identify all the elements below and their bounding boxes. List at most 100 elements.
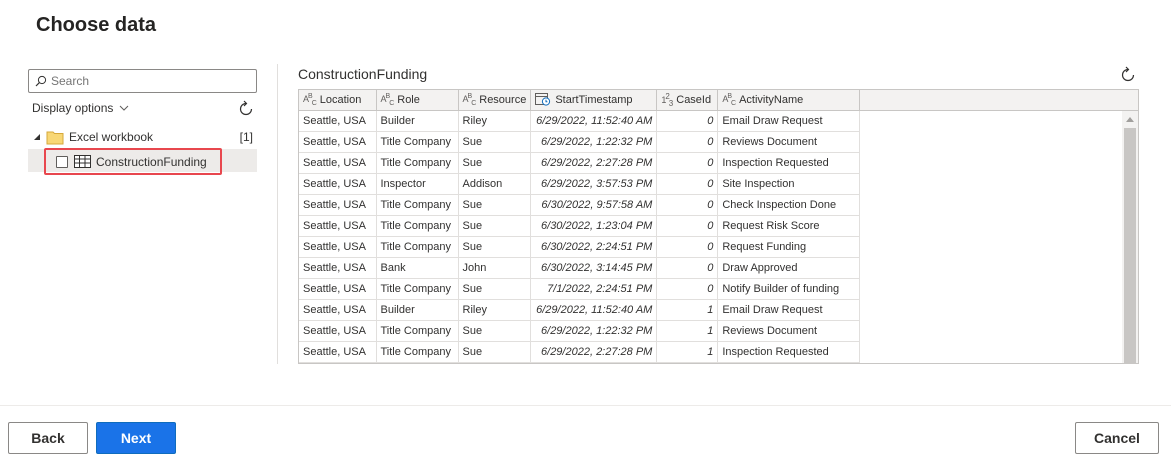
tree-workbook-count: [1] — [239, 130, 253, 144]
refresh-icon[interactable] — [236, 99, 256, 119]
table-cell: Addison — [458, 173, 532, 195]
tree-item-constructionfunding[interactable]: ConstructionFunding — [44, 148, 222, 175]
table-cell: Request Risk Score — [717, 215, 861, 237]
table-cell: Notify Builder of funding — [717, 278, 861, 300]
table-cell: Sue — [458, 131, 532, 153]
table-cell: Seattle, USA — [299, 320, 377, 342]
next-button[interactable]: Next — [96, 422, 176, 454]
caret-down-icon[interactable] — [32, 132, 42, 142]
header-filler — [859, 90, 1138, 111]
table-cell: Title Company — [376, 131, 459, 153]
table-cell: Sue — [458, 215, 532, 237]
table-cell: Inspector — [376, 173, 459, 195]
back-button[interactable]: Back — [8, 422, 88, 454]
table-row: Seattle, USA Title Company Sue 7/1/2022, 2:… — [299, 278, 861, 300]
column-header-label: Resource — [479, 93, 527, 106]
pane-divider — [277, 64, 278, 364]
table-row: Seattle, USA Title Company Sue 6/29/2022, 1… — [299, 131, 861, 153]
table-row: Seattle, USA Title Company Sue 6/30/2022, 9… — [299, 194, 861, 216]
folder-icon — [46, 131, 64, 144]
table-cell: Seattle, USA — [299, 173, 377, 195]
table-cell: Bank — [376, 257, 459, 279]
column-header-location[interactable]: ABC Location — [299, 90, 377, 111]
text-type-icon: ABC — [462, 92, 477, 107]
table-cell: 6/29/2022, 11:52:40 AM — [530, 299, 658, 321]
table-cell: Sue — [458, 152, 532, 174]
table-cell: Sue — [458, 341, 532, 363]
cancel-button[interactable]: Cancel — [1075, 422, 1159, 454]
table-cell: Title Company — [376, 236, 459, 258]
table-cell: Sue — [458, 320, 532, 342]
table-row: Seattle, USA Title Company Sue 6/29/2022, 2… — [299, 152, 861, 174]
table-cell: Builder — [376, 299, 459, 321]
search-input[interactable] — [51, 74, 251, 88]
table-cell: 1 — [656, 299, 719, 321]
table-row: Seattle, USA Title Company Sue 6/29/2022, 1… — [299, 320, 861, 342]
column-header-starttimestamp[interactable]: StartTimestamp — [530, 90, 658, 111]
table-row: Seattle, USA Builder Riley 6/29/2022, 11:52… — [299, 299, 861, 321]
tree-item-excel-workbook[interactable]: Excel workbook [1] — [32, 127, 257, 147]
table-cell: 6/29/2022, 2:27:28 PM — [530, 341, 658, 363]
preview-table: ABC Location ABC Role ABC Resource StartTimest… — [299, 90, 861, 363]
table-cell: Riley — [458, 110, 532, 132]
table-cell: 6/29/2022, 3:57:53 PM — [530, 173, 658, 195]
table-cell: Riley — [458, 299, 532, 321]
table-cell: Title Company — [376, 278, 459, 300]
search-box[interactable] — [28, 69, 257, 93]
table-cell: Site Inspection — [717, 173, 861, 195]
text-type-icon: ABC — [722, 92, 736, 107]
column-header-role[interactable]: ABC Role — [376, 90, 459, 111]
table-cell: 6/29/2022, 11:52:40 AM — [530, 110, 658, 132]
table-cell: 0 — [656, 257, 719, 279]
table-cell: Title Company — [376, 194, 459, 216]
table-cell: 6/29/2022, 2:27:28 PM — [530, 152, 658, 174]
display-options-dropdown[interactable]: Display options — [32, 101, 129, 115]
table-cell: 0 — [656, 194, 719, 216]
column-header-label: StartTimestamp — [555, 93, 633, 106]
search-icon — [35, 75, 47, 87]
table-cell: Sue — [458, 194, 532, 216]
tree-item-label: ConstructionFunding — [96, 154, 207, 169]
table-cell: Seattle, USA — [299, 215, 377, 237]
table-cell: 0 — [656, 152, 719, 174]
table-row: Seattle, USA Title Company Sue 6/29/2022, 2… — [299, 341, 861, 363]
text-type-icon: ABC — [303, 92, 317, 107]
page-title: Choose data — [36, 14, 157, 36]
table-row: Seattle, USA Bank John 6/30/2022, 3:14:45 P… — [299, 257, 861, 279]
table-cell: Seattle, USA — [299, 278, 377, 300]
table-cell: 6/30/2022, 9:57:58 AM — [530, 194, 658, 216]
scrollbar-thumb[interactable] — [1124, 128, 1136, 363]
preview-title: ConstructionFunding — [298, 66, 428, 82]
table-cell: Email Draw Request — [717, 299, 861, 321]
table-cell: Seattle, USA — [299, 236, 377, 258]
table-cell: 7/1/2022, 2:24:51 PM — [530, 278, 658, 300]
table-body: Seattle, USA Builder Riley 6/29/2022, 11:52… — [299, 110, 861, 363]
table-cell: 1 — [656, 341, 719, 363]
table-row: Seattle, USA Title Company Sue 6/30/2022, 1… — [299, 215, 861, 237]
table-cell: 0 — [656, 131, 719, 153]
column-header-caseid[interactable]: 123 CaseId — [656, 90, 719, 111]
preview-grid[interactable]: ABC Location ABC Role ABC Resource StartTimest… — [298, 89, 1139, 364]
scroll-up-arrow-icon[interactable] — [1126, 117, 1134, 122]
table-cell: 6/29/2022, 1:22:32 PM — [530, 131, 658, 153]
table-cell: Sue — [458, 236, 532, 258]
table-cell: Sue — [458, 278, 532, 300]
table-row: Seattle, USA Inspector Addison 6/29/2022, 3… — [299, 173, 861, 195]
table-cell: 0 — [656, 110, 719, 132]
header-row: ABC Location ABC Role ABC Resource StartTimest… — [299, 90, 861, 111]
table-cell: Draw Approved — [717, 257, 861, 279]
table-cell: John — [458, 257, 532, 279]
chevron-down-icon — [120, 105, 129, 111]
table-cell: 6/30/2022, 1:23:04 PM — [530, 215, 658, 237]
text-type-icon: ABC — [380, 92, 395, 107]
table-cell: 6/30/2022, 3:14:45 PM — [530, 257, 658, 279]
preview-refresh-icon[interactable] — [1118, 65, 1138, 85]
column-header-activityname[interactable]: ABC ActivityName — [717, 90, 861, 111]
column-header-resource[interactable]: ABC Resource — [458, 90, 532, 111]
table-cell: Check Inspection Done — [717, 194, 861, 216]
table-cell: Seattle, USA — [299, 194, 377, 216]
table-cell: 6/29/2022, 1:22:32 PM — [530, 320, 658, 342]
number-type-icon: 123 — [661, 91, 673, 108]
constructionfunding-checkbox[interactable] — [56, 155, 68, 168]
table-cell: Reviews Document — [717, 131, 861, 153]
